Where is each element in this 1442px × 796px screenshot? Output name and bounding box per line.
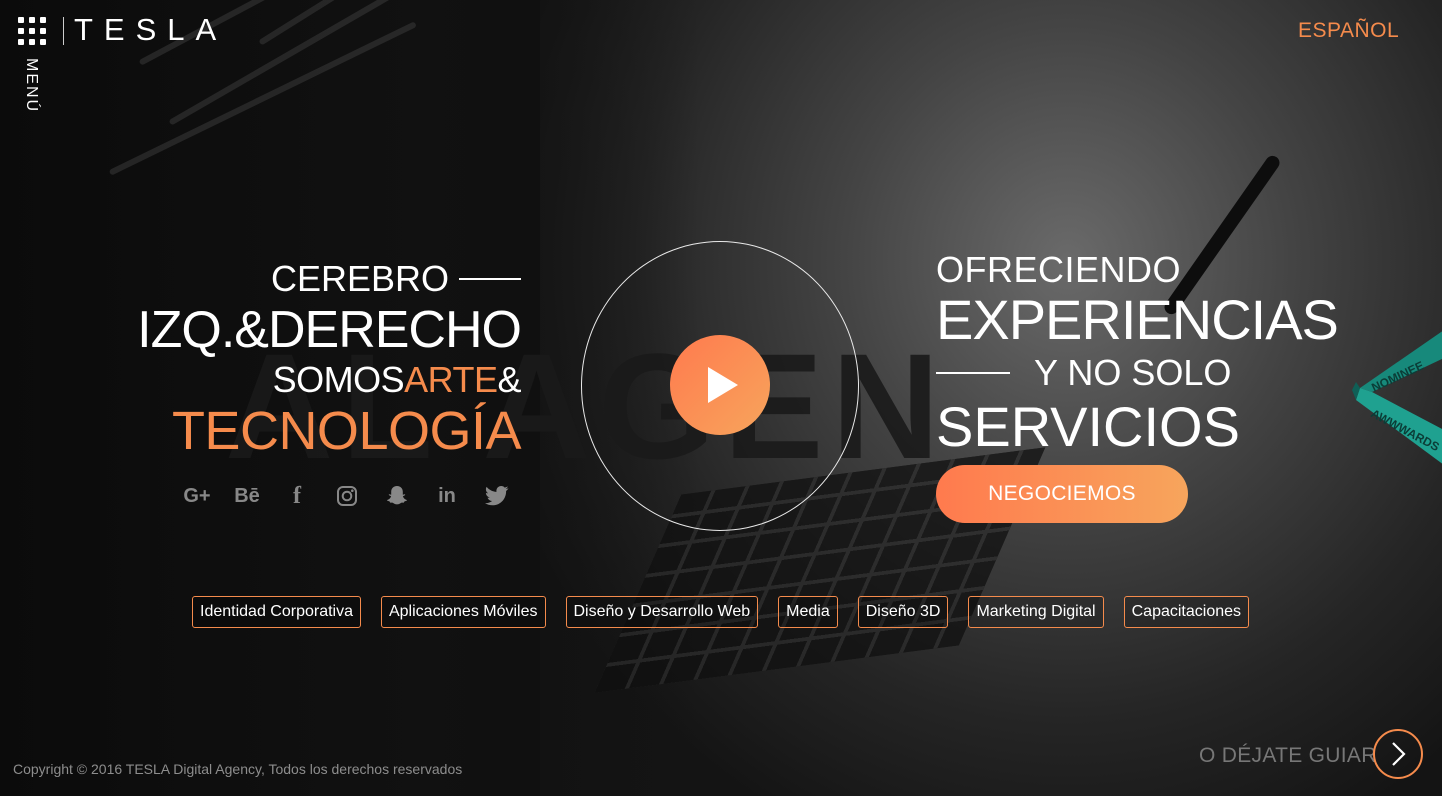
menu-label[interactable]: MENÚ (22, 58, 40, 113)
headline-line-tecnologia: TECNOLOGÍA (171, 401, 522, 461)
chevron-right-icon (1392, 742, 1406, 766)
facebook-icon[interactable]: f (272, 482, 322, 510)
headline-text-cerebro: CEREBRO (270, 258, 449, 299)
linkedin-icon[interactable]: in (422, 482, 472, 510)
headline-line-somos: SOMOSARTE& (137, 359, 522, 400)
headline-arte: ARTE (404, 359, 498, 400)
play-icon (708, 367, 738, 403)
headline-ofreciendo: OFRECIENDO (936, 249, 1182, 290)
service-tag[interactable]: Capacitaciones (1123, 596, 1250, 628)
logo-divider (63, 17, 64, 45)
play-video-button[interactable] (670, 335, 770, 435)
service-tags: Identidad Corporativa Aplicaciones Móvil… (192, 596, 1250, 628)
instagram-icon[interactable] (322, 482, 372, 510)
headline-somos: SOMOS (272, 359, 405, 400)
twitter-icon[interactable] (472, 482, 522, 510)
service-tag[interactable]: Media (778, 596, 838, 628)
service-tag[interactable]: Aplicaciones Móviles (380, 596, 546, 628)
negociemos-button[interactable]: NEGOCIEMOS (936, 465, 1188, 523)
hero-left-headline: CEREBRO IZQ.&DERECHO SOMOSARTE& TECNOLOG… (137, 258, 522, 462)
headline-ampersand: & (497, 359, 521, 400)
awwwards-nominee-ribbon[interactable]: NOMINEE AWWWARDS (1352, 330, 1442, 480)
guide-me-label[interactable]: O DÉJATE GUIAR (1199, 744, 1377, 768)
social-links: G+ Bē f in (172, 482, 522, 510)
behance-icon[interactable]: Bē (222, 482, 272, 510)
service-tag[interactable]: Diseño y Desarrollo Web (565, 596, 759, 628)
headline-line-izq: IZQ.&DERECHO (137, 301, 522, 359)
headline-line-cerebro: CEREBRO (137, 258, 521, 300)
headline-line-no-solo: Y NO SOLO (936, 350, 1338, 396)
snapchat-icon[interactable] (372, 482, 422, 510)
language-selector[interactable]: ESPAÑOL (1298, 19, 1399, 43)
next-button[interactable] (1373, 729, 1423, 779)
headline-no-solo: Y NO SOLO (1034, 352, 1232, 393)
headline-servicios: SERVICIOS (936, 395, 1240, 458)
headline-dash (459, 278, 521, 280)
service-tag[interactable]: Identidad Corporativa (192, 596, 361, 628)
menu-grid-icon[interactable] (18, 17, 46, 45)
logo[interactable]: TESLA (74, 12, 227, 48)
copyright-text: Copyright © 2016 TESLA Digital Agency, T… (13, 761, 463, 777)
service-tag[interactable]: Marketing Digital (968, 596, 1104, 628)
hero-right-headline: OFRECIENDO EXPERIENCIAS Y NO SOLO SERVIC… (936, 249, 1339, 458)
google-plus-icon[interactable]: G+ (172, 482, 222, 510)
headline-experiencias: EXPERIENCIAS (936, 288, 1339, 351)
headline-dash-right (936, 372, 1010, 374)
service-tag[interactable]: Diseño 3D (857, 596, 949, 628)
